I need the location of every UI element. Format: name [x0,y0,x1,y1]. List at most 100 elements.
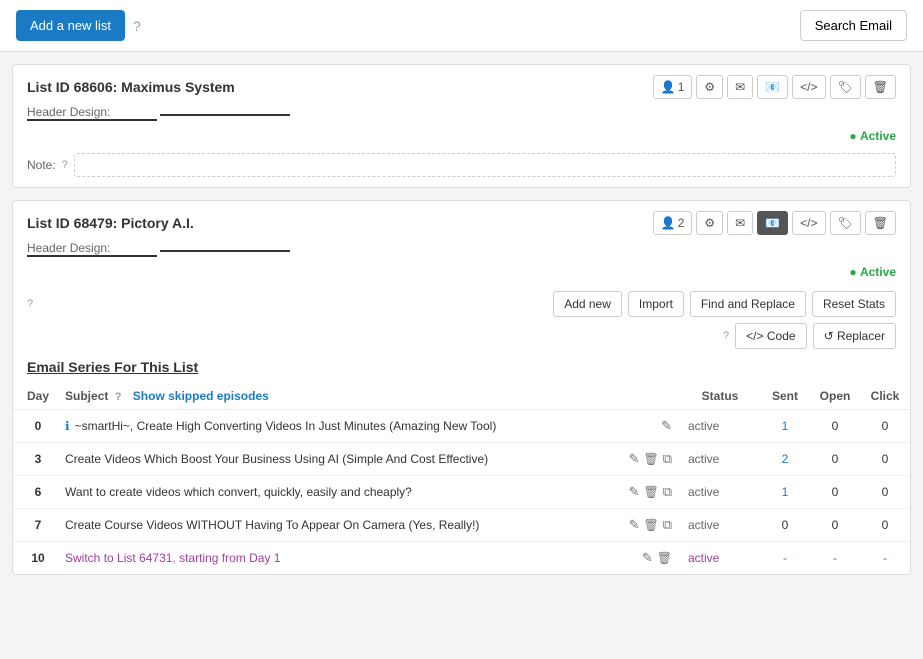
import-button[interactable]: Import [628,291,684,317]
row-sent[interactable]: 1 [760,476,810,509]
row-day: 10 [13,542,57,575]
reset-stats-button[interactable]: Reset Stats [812,291,896,317]
row-day: 0 [13,410,57,443]
info-icon[interactable]: ℹ [65,419,70,433]
list2-tag-button[interactable]: 🏷 [830,211,861,235]
subscribe-icon: 📧 [765,216,780,230]
list2-card: List ID 68479: Pictory A.I. 👤 2 ⚙ ✉ 📧 </… [12,200,911,575]
row-sent[interactable]: 1 [760,410,810,443]
list1-settings-button[interactable]: ⚙ [696,75,723,99]
row-day: 7 [13,509,57,542]
list1-header-design: Header Design: [13,105,910,127]
row-open: 0 [810,509,860,542]
list2-code-button[interactable]: </> [792,211,825,235]
table-row: 6 Want to create videos which convert, qu… [13,476,910,509]
gear-icon: ⚙ [704,80,715,94]
email-rows: 0ℹ~smartHi~, Create High Converting Vide… [13,410,910,575]
edit-icon[interactable]: ✎ [642,550,653,566]
list1-status-dot: ● [849,129,856,143]
sent-link[interactable]: 1 [782,419,789,433]
code-btn-icon: </> [746,329,763,343]
list1-note-bar: Note: ? [13,149,910,187]
list2-header: List ID 68479: Pictory A.I. 👤 2 ⚙ ✉ 📧 </… [13,201,910,241]
delete-icon[interactable]: 🗑 [643,485,658,499]
row-subject: Want to create videos which convert, qui… [65,485,412,499]
row-click: 0 [860,476,910,509]
row-status: active [680,476,760,509]
sent-link[interactable]: 2 [782,452,789,466]
find-replace-button[interactable]: Find and Replace [690,291,806,317]
search-email-button[interactable]: Search Email [800,10,907,41]
trash-icon: 🗑 [873,216,888,230]
list1-code-button[interactable]: </> [792,75,825,99]
copy-icon[interactable]: ⧉ [663,484,672,500]
list2-subscribe-button[interactable]: 📧 [757,211,788,235]
row-actions: ✎🗑 ⧉ [629,484,672,500]
list1-delete-button[interactable]: 🗑 [865,75,896,99]
series-help-icon[interactable]: ? [27,298,33,310]
list1-email-button[interactable]: ✉ [727,75,753,99]
series-toolbar-row: ? Add new Import Find and Replace Reset … [13,285,910,321]
row-sent[interactable]: 2 [760,443,810,476]
sent-link[interactable]: 1 [782,485,789,499]
list1-card: List ID 68606: Maximus System 👤 1 ⚙ ✉ 📧 … [12,64,911,188]
replacer-btn[interactable]: ↺ Replacer [813,323,896,349]
th-subject: Subject ? Show skipped episodes [57,383,680,410]
add-new-button[interactable]: Add new [553,291,622,317]
list1-status: Active [860,129,896,143]
series-help2-icon[interactable]: ? [723,330,729,342]
copy-icon[interactable]: ⧉ [663,451,672,467]
email-series-table: Day Subject ? Show skipped episodes Stat… [13,383,910,574]
edit-icon[interactable]: ✎ [629,451,640,467]
envelope-icon: ✉ [735,216,745,230]
row-sent: - [760,542,810,575]
list1-subscribe-button[interactable]: 📧 [757,75,788,99]
list1-status-bar: ● Active [13,127,910,149]
people-icon: 👤 [661,216,676,230]
table-row: 0ℹ~smartHi~, Create High Converting Vide… [13,410,910,443]
delete-icon[interactable]: 🗑 [643,452,658,466]
list1-note-input[interactable] [74,153,896,177]
row-open: 0 [810,410,860,443]
list2-email-button[interactable]: ✉ [727,211,753,235]
row-click: 0 [860,509,910,542]
list2-people-button[interactable]: 👤 2 [653,211,693,235]
row-click: 0 [860,410,910,443]
list2-delete-button[interactable]: 🗑 [865,211,896,235]
table-row: 3Create Videos Which Boost Your Business… [13,443,910,476]
help-icon[interactable]: ? [133,18,141,34]
row-open: - [810,542,860,575]
row-subject[interactable]: Switch to List 64731, starting from Day … [65,551,280,565]
list1-tag-button[interactable]: 🏷 [830,75,861,99]
top-bar: Add a new list ? Search Email [0,0,923,52]
subject-help-icon[interactable]: ? [115,391,122,403]
list2-header-design: Header Design: [13,241,910,263]
top-left: Add a new list ? [16,10,141,41]
add-new-list-button[interactable]: Add a new list [16,10,125,41]
replacer-label: Replacer [837,329,885,343]
edit-icon[interactable]: ✎ [629,484,640,500]
trash-icon: 🗑 [873,80,888,94]
delete-icon[interactable]: 🗑 [643,518,658,532]
delete-icon[interactable]: 🗑 [657,551,672,565]
row-actions: ✎🗑 ⧉ [629,451,672,467]
list1-header: List ID 68606: Maximus System 👤 1 ⚙ ✉ 📧 … [13,65,910,105]
show-skipped-episodes-link[interactable]: Show skipped episodes [133,389,269,403]
edit-icon[interactable]: ✎ [661,418,672,434]
row-subject: Create Course Videos WITHOUT Having To A… [65,518,479,532]
list1-header-design-line [160,114,290,116]
edit-icon[interactable]: ✎ [629,517,640,533]
code-btn[interactable]: </> Code [735,323,806,349]
series-title: Email Series For This List [27,359,198,375]
row-actions: ✎🗑 [642,550,672,566]
row-day: 6 [13,476,57,509]
list1-note-help-icon[interactable]: ? [62,159,68,171]
copy-icon[interactable]: ⧉ [663,517,672,533]
email-series-table-container: Day Subject ? Show skipped episodes Stat… [13,383,910,574]
list1-people-button[interactable]: 👤 1 [653,75,693,99]
series-toolbar-buttons: Add new Import Find and Replace Reset St… [553,291,896,317]
list1-actions: 👤 1 ⚙ ✉ 📧 </> 🏷 🗑 [653,75,896,99]
tag-icon: 🏷 [838,216,853,230]
replacer-icon: ↺ [824,329,834,343]
list2-settings-button[interactable]: ⚙ [696,211,723,235]
